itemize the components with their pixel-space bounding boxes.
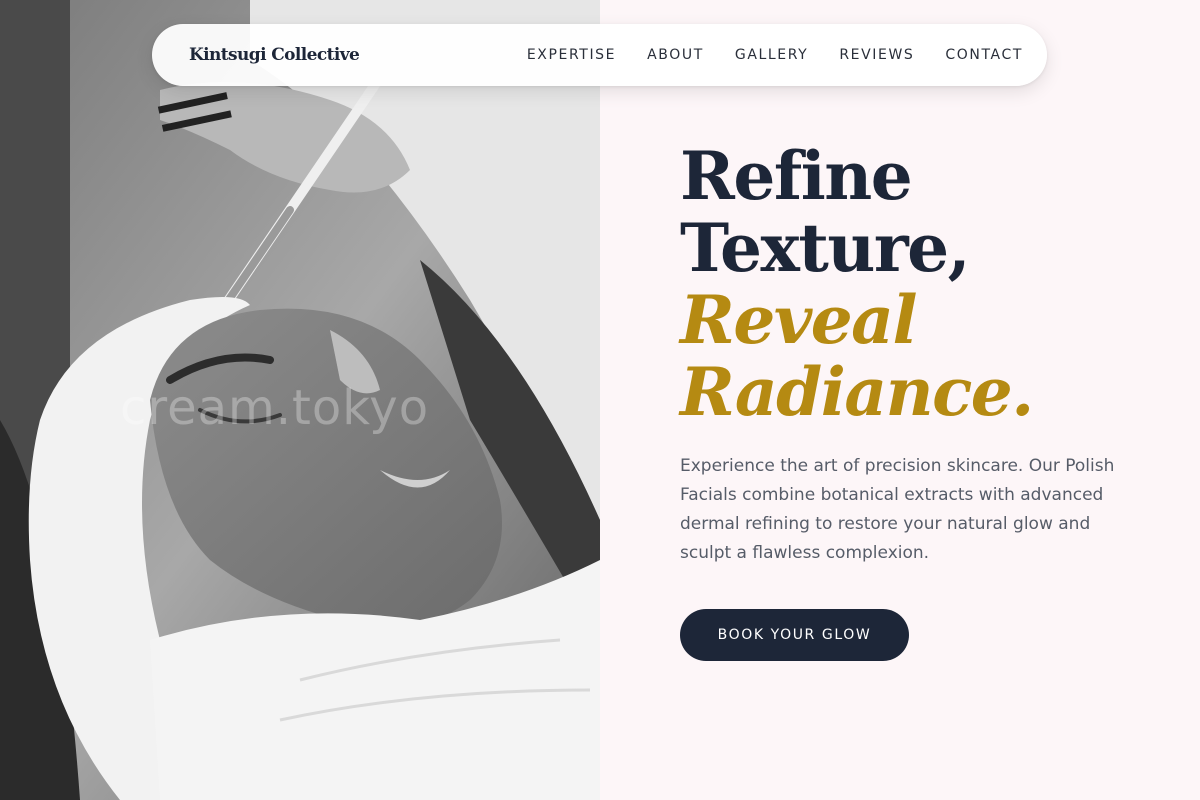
book-your-glow-button[interactable]: BOOK YOUR GLOW (680, 609, 909, 661)
hero-description: Experience the art of precision skincare… (680, 456, 1115, 563)
nav-link-about[interactable]: ABOUT (647, 47, 704, 63)
nav-link-reviews[interactable]: REVIEWS (839, 47, 914, 63)
nav-links: EXPERTISE ABOUT GALLERY REVIEWS CONTACT (496, 47, 1023, 63)
headline-line-1: Refine (680, 137, 913, 215)
top-navbar: Kintsugi Collective EXPERTISE ABOUT GALL… (152, 24, 1047, 86)
nav-link-expertise[interactable]: EXPERTISE (527, 47, 616, 63)
headline-accent-2: Radiance. (680, 353, 1034, 431)
nav-link-contact[interactable]: CONTACT (945, 47, 1023, 63)
nav-link-gallery[interactable]: GALLERY (735, 47, 808, 63)
brand-logo[interactable]: Kintsugi Collective (189, 45, 360, 65)
headline-accent-1: Reveal (680, 281, 918, 359)
hero-photo: cream.tokyo (0, 0, 600, 800)
photo-watermark: cream.tokyo (120, 380, 430, 436)
headline-line-2: Texture, (680, 209, 971, 287)
hero-headline: Refine Texture, Reveal Radiance. (680, 140, 1180, 428)
